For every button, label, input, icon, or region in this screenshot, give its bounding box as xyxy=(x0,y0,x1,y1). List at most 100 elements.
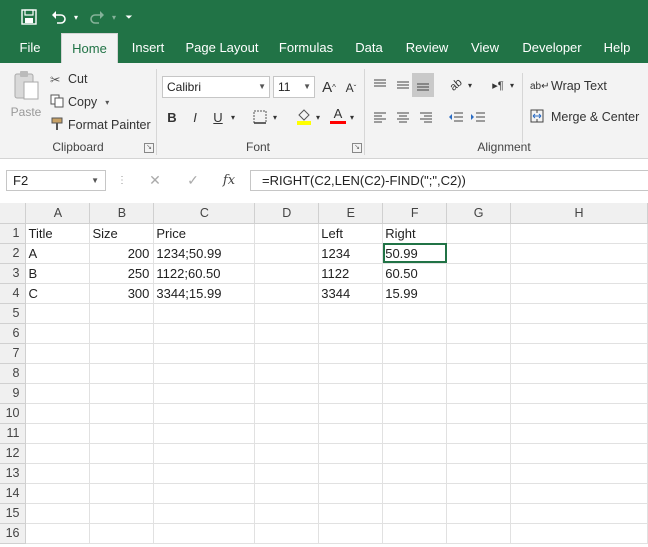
formula-input[interactable]: =RIGHT(C2,LEN(C2)-FIND(";",C2)) xyxy=(250,170,648,191)
tab-home[interactable]: Home xyxy=(61,33,118,63)
cell-f12[interactable] xyxy=(382,443,448,464)
cell-f1[interactable]: Right xyxy=(382,223,448,244)
cell-a5[interactable] xyxy=(25,303,91,324)
cell-a12[interactable] xyxy=(25,443,91,464)
cell-f3[interactable]: 60.50 xyxy=(382,263,448,284)
cell-h2[interactable] xyxy=(510,243,648,264)
cell-a3[interactable]: B xyxy=(25,263,91,284)
cell-e3[interactable]: 1122 xyxy=(318,263,384,284)
font-color-dropdown-icon[interactable]: ▾ xyxy=(346,107,358,127)
wrap-text-button[interactable]: ab↵ Wrap Text xyxy=(530,76,607,96)
cell-f14[interactable] xyxy=(382,483,448,504)
redo-dropdown-icon[interactable]: ▾ xyxy=(108,6,120,28)
cell-d14[interactable] xyxy=(254,483,320,504)
column-header-d[interactable]: D xyxy=(254,203,320,224)
cell-e14[interactable] xyxy=(318,483,384,504)
cell-a15[interactable] xyxy=(25,503,91,524)
font-color-button[interactable]: A xyxy=(328,105,348,125)
cell-c7[interactable] xyxy=(153,343,256,364)
cell-b13[interactable] xyxy=(89,463,155,484)
cell-f16[interactable] xyxy=(382,523,448,544)
cell-h8[interactable] xyxy=(510,363,648,384)
italic-button[interactable]: I xyxy=(185,107,205,127)
cell-h6[interactable] xyxy=(510,323,648,344)
cell-b10[interactable] xyxy=(89,403,155,424)
cell-a9[interactable] xyxy=(25,383,91,404)
fill-color-dropdown-icon[interactable]: ▾ xyxy=(312,107,324,127)
underline-dropdown-icon[interactable]: ▾ xyxy=(227,107,239,127)
cell-d6[interactable] xyxy=(254,323,320,344)
bold-button[interactable]: B xyxy=(162,107,182,127)
cell-c1[interactable]: Price xyxy=(153,223,256,244)
cell-c2[interactable]: 1234;50.99 xyxy=(153,243,256,264)
cell-c6[interactable] xyxy=(153,323,256,344)
cell-e15[interactable] xyxy=(318,503,384,524)
cell-b3[interactable]: 250 xyxy=(89,263,155,284)
cell-b12[interactable] xyxy=(89,443,155,464)
cell-h1[interactable] xyxy=(510,223,648,244)
merge-center-button[interactable]: Merge & Center xyxy=(530,107,639,127)
cell-c15[interactable] xyxy=(153,503,256,524)
font-size-select[interactable]: 11 ▼ xyxy=(273,76,315,98)
cell-a13[interactable] xyxy=(25,463,91,484)
cell-c11[interactable] xyxy=(153,423,256,444)
cancel-icon[interactable]: ✕ xyxy=(144,170,166,191)
row-header[interactable]: 15 xyxy=(0,503,27,524)
cell-a14[interactable] xyxy=(25,483,91,504)
align-bottom-button[interactable] xyxy=(412,73,434,97)
name-box[interactable]: F2 ▼ xyxy=(6,170,106,191)
cell-c10[interactable] xyxy=(153,403,256,424)
enter-icon[interactable]: ✓ xyxy=(182,170,204,191)
cell-g1[interactable] xyxy=(446,223,512,244)
cell-g13[interactable] xyxy=(446,463,512,484)
font-name-select[interactable]: Calibri ▼ xyxy=(162,76,270,98)
cell-h15[interactable] xyxy=(510,503,648,524)
tab-insert[interactable]: Insert xyxy=(126,33,170,63)
cell-d13[interactable] xyxy=(254,463,320,484)
borders-button[interactable] xyxy=(250,107,270,127)
cell-d8[interactable] xyxy=(254,363,320,384)
cell-c9[interactable] xyxy=(153,383,256,404)
cell-f11[interactable] xyxy=(382,423,448,444)
cell-b2[interactable]: 200 xyxy=(89,243,155,264)
column-header-e[interactable]: E xyxy=(318,203,384,224)
paragraph-direction-dropdown-icon[interactable]: ▾ xyxy=(506,75,518,95)
cell-e9[interactable] xyxy=(318,383,384,404)
cell-h12[interactable] xyxy=(510,443,648,464)
cell-h10[interactable] xyxy=(510,403,648,424)
row-header[interactable]: 14 xyxy=(0,483,27,504)
cell-g12[interactable] xyxy=(446,443,512,464)
cell-g11[interactable] xyxy=(446,423,512,444)
row-header[interactable]: 8 xyxy=(0,363,27,384)
cell-h3[interactable] xyxy=(510,263,648,284)
increase-indent-button[interactable] xyxy=(468,107,488,127)
cell-g3[interactable] xyxy=(446,263,512,284)
cell-h4[interactable] xyxy=(510,283,648,304)
column-header-a[interactable]: A xyxy=(25,203,91,224)
cell-d7[interactable] xyxy=(254,343,320,364)
cell-c8[interactable] xyxy=(153,363,256,384)
cell-b1[interactable]: Size xyxy=(89,223,155,244)
borders-dropdown-icon[interactable]: ▾ xyxy=(269,107,281,127)
cell-f2[interactable]: 50.99 xyxy=(382,243,448,264)
row-header[interactable]: 3 xyxy=(0,263,27,284)
orientation-dropdown-icon[interactable]: ▾ xyxy=(464,75,476,95)
cell-e13[interactable] xyxy=(318,463,384,484)
select-all-corner[interactable] xyxy=(0,203,27,224)
cell-d11[interactable] xyxy=(254,423,320,444)
row-header[interactable]: 16 xyxy=(0,523,27,544)
row-header[interactable]: 6 xyxy=(0,323,27,344)
column-header-b[interactable]: B xyxy=(89,203,155,224)
cell-a1[interactable]: Title xyxy=(25,223,91,244)
cell-g10[interactable] xyxy=(446,403,512,424)
cell-a6[interactable] xyxy=(25,323,91,344)
cell-g9[interactable] xyxy=(446,383,512,404)
cell-b16[interactable] xyxy=(89,523,155,544)
cell-a10[interactable] xyxy=(25,403,91,424)
row-header[interactable]: 9 xyxy=(0,383,27,404)
cell-g7[interactable] xyxy=(446,343,512,364)
cell-h11[interactable] xyxy=(510,423,648,444)
cell-b11[interactable] xyxy=(89,423,155,444)
tab-formulas[interactable]: Formulas xyxy=(274,33,338,63)
customize-qat-icon[interactable]: ⏷ xyxy=(122,6,136,28)
